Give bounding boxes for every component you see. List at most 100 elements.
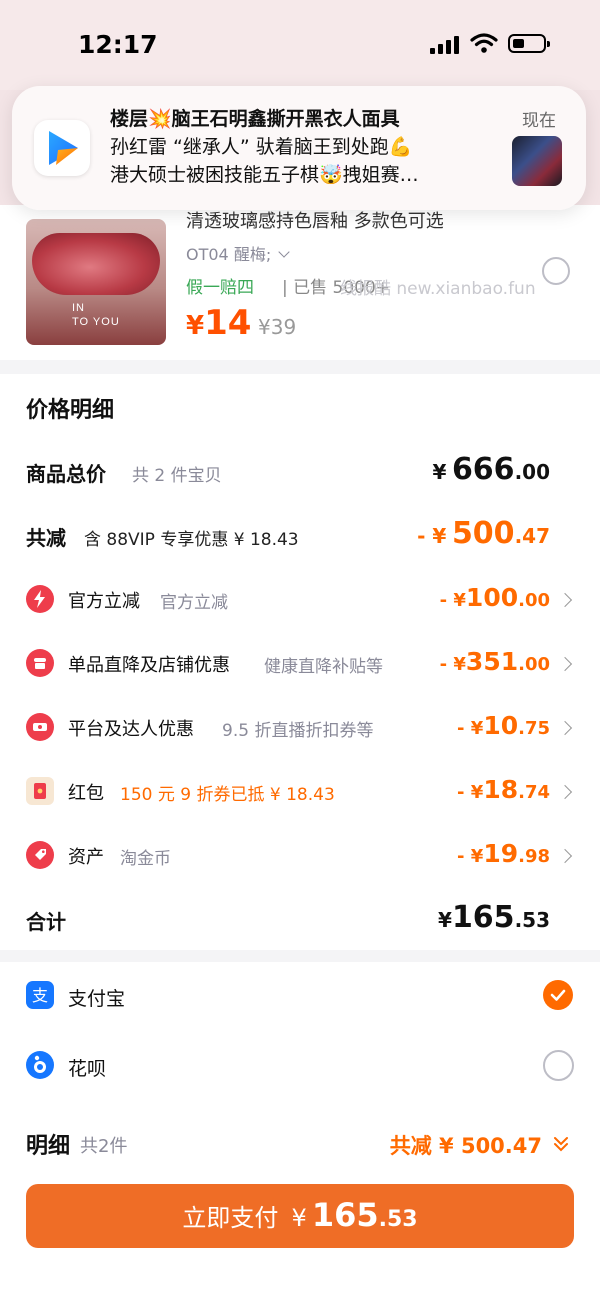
product-card[interactable]: IN TO YOU 清透玻璃感持色唇釉 多款色可选 OT04 醒梅; 假一赔四 … bbox=[0, 205, 600, 360]
discount-desc: 淘金币 bbox=[120, 849, 171, 869]
chevron-right-icon bbox=[557, 784, 573, 800]
price-symbol: ¥ bbox=[186, 311, 205, 341]
notification-time: 现在 bbox=[522, 111, 556, 131]
chevron-right-icon bbox=[557, 656, 573, 672]
detail-label[interactable]: 明细 bbox=[26, 1128, 70, 1160]
thumbnail-caption-line1: IN bbox=[72, 302, 85, 314]
watermark-text: 线报酷 new.xianbao.fun bbox=[340, 279, 536, 299]
discount-name: 资产 bbox=[68, 847, 104, 868]
pay-button-big: 165 bbox=[311, 1196, 379, 1234]
discount-symbol: - ¥ bbox=[457, 846, 484, 867]
chevron-right-icon bbox=[557, 592, 573, 608]
discount-desc: 官方立减 bbox=[160, 593, 228, 613]
thumbnail-caption: IN TO YOU bbox=[72, 301, 120, 329]
double-chevron-down-icon[interactable] bbox=[552, 1134, 570, 1154]
notification-thumbnail bbox=[512, 136, 562, 186]
battery-icon bbox=[508, 34, 550, 53]
subtotal-big: 165 bbox=[451, 900, 515, 935]
discount-small: .75 bbox=[518, 718, 550, 739]
reduce-sub: 含 88VIP 专享优惠 ¥ 18.43 bbox=[84, 530, 299, 550]
discount-desc: 150 元 9 折券已抵 ¥ 18.43 bbox=[120, 785, 335, 805]
notification-banner[interactable]: 楼层💥脑王石明鑫撕开黑衣人面具 孙红雷 “继承人” 驮着脑王到处跑💪 港大硕士被… bbox=[12, 86, 586, 210]
play-icon bbox=[49, 131, 78, 165]
checkmark-icon[interactable] bbox=[543, 980, 573, 1010]
lip-image bbox=[32, 233, 160, 295]
discount-desc: 健康直降补贴等 bbox=[264, 657, 383, 677]
discount-small: .00 bbox=[518, 590, 550, 611]
tag-icon bbox=[26, 841, 54, 869]
price-detail-section: 价格明细 商品总价 共 2 件宝贝 ¥ 666.00 共减 含 88VIP 专享… bbox=[0, 374, 600, 950]
original-price: ¥39 bbox=[258, 315, 297, 339]
detail-count: 共2件 bbox=[80, 1136, 128, 1157]
product-title[interactable]: 清透玻璃感持色唇釉 多款色可选 bbox=[186, 207, 516, 229]
thumbnail-caption-line2: TO YOU bbox=[72, 316, 120, 328]
discount-small: .74 bbox=[518, 782, 550, 803]
ticket-icon bbox=[26, 713, 54, 741]
discount-amount: - ¥18.74 bbox=[457, 775, 550, 804]
reduce-small: .47 bbox=[514, 524, 550, 548]
discount-small: .00 bbox=[518, 654, 550, 675]
product-select-radio[interactable] bbox=[542, 257, 570, 285]
guarantee-badge: 假一赔四 bbox=[186, 278, 254, 298]
price-detail-heading: 价格明细 bbox=[26, 398, 115, 423]
discount-symbol: - ¥ bbox=[457, 718, 484, 739]
reduce-symbol: - ¥ bbox=[417, 524, 447, 548]
discount-big: 19 bbox=[483, 839, 519, 868]
discount-symbol: - ¥ bbox=[439, 654, 466, 675]
detail-saving[interactable]: 共减 ¥ 500.47 bbox=[390, 1130, 542, 1160]
reduce-label: 共减 bbox=[26, 526, 66, 550]
total-big: 666 bbox=[451, 452, 515, 487]
product-price: ¥14 bbox=[186, 303, 251, 343]
discount-big: 18 bbox=[483, 775, 519, 804]
svg-text:支: 支 bbox=[32, 986, 48, 1005]
total-amount: ¥ 666.00 bbox=[432, 452, 550, 487]
status-bar: 12:17 bbox=[0, 0, 600, 90]
product-sku-text: OT04 醒梅; bbox=[186, 245, 272, 264]
notification-line3: 港大硕士被困技能五子棋🤯拽姐赛… bbox=[110, 164, 419, 186]
discount-amount: - ¥100.00 bbox=[440, 583, 550, 612]
discount-symbol: - ¥ bbox=[457, 782, 484, 803]
discount-big: 351 bbox=[465, 647, 519, 676]
alipay-icon: 支 bbox=[26, 981, 54, 1009]
total-small: .00 bbox=[514, 460, 550, 484]
pay-button-label: 立即支付 bbox=[182, 1204, 279, 1232]
pay-button-small: .53 bbox=[378, 1207, 418, 1232]
pay-now-button[interactable]: 立即支付 ¥ 165.53 bbox=[26, 1184, 574, 1248]
wifi-icon bbox=[470, 33, 498, 53]
payment-name: 支付宝 bbox=[68, 988, 126, 1010]
price-value: 14 bbox=[204, 303, 252, 343]
discount-big: 10 bbox=[483, 711, 519, 740]
chevron-right-icon bbox=[557, 720, 573, 736]
shop-icon bbox=[26, 649, 54, 677]
reduce-big: 500 bbox=[451, 516, 515, 551]
notification-line2: 孙红雷 “继承人” 驮着脑王到处跑💪 bbox=[110, 136, 413, 158]
payment-section: 支 支付宝 花呗 明细 共2件 共减 ¥ 500.47 立即支付 ¥ 165.5… bbox=[0, 962, 600, 1300]
discount-amount: - ¥351.00 bbox=[440, 647, 550, 676]
payment-name: 花呗 bbox=[68, 1058, 107, 1080]
subtotal-label: 合计 bbox=[26, 910, 66, 934]
product-thumbnail[interactable]: IN TO YOU bbox=[26, 219, 166, 345]
discount-desc: 9.5 折直播折扣券等 bbox=[222, 721, 374, 741]
notification-title: 楼层💥脑王石明鑫撕开黑衣人面具 bbox=[110, 108, 400, 130]
discount-amount: - ¥19.98 bbox=[457, 839, 550, 868]
huabei-icon bbox=[26, 1051, 54, 1079]
total-sub: 共 2 件宝贝 bbox=[132, 466, 222, 486]
total-symbol: ¥ bbox=[432, 460, 447, 484]
reduce-amount: - ¥ 500.47 bbox=[417, 516, 550, 551]
subtotal-symbol: ¥ bbox=[438, 908, 452, 932]
discount-name: 单品直降及店铺优惠 bbox=[68, 655, 230, 676]
subtotal-small: .53 bbox=[514, 908, 550, 932]
discount-big: 100 bbox=[465, 583, 519, 612]
product-sku[interactable]: OT04 醒梅; bbox=[186, 241, 290, 265]
cellular-signal-icon bbox=[430, 36, 459, 54]
discount-symbol: - ¥ bbox=[439, 590, 466, 611]
discount-name: 平台及达人优惠 bbox=[68, 719, 194, 740]
discount-small: .98 bbox=[518, 846, 550, 867]
status-time: 12:17 bbox=[78, 30, 158, 59]
app-icon bbox=[34, 120, 90, 176]
subtotal-amount: ¥165.53 bbox=[438, 900, 550, 935]
payment-radio[interactable] bbox=[543, 1050, 574, 1081]
discount-name: 官方立减 bbox=[68, 591, 140, 612]
lightning-icon bbox=[26, 585, 54, 613]
chevron-right-icon bbox=[557, 848, 573, 864]
